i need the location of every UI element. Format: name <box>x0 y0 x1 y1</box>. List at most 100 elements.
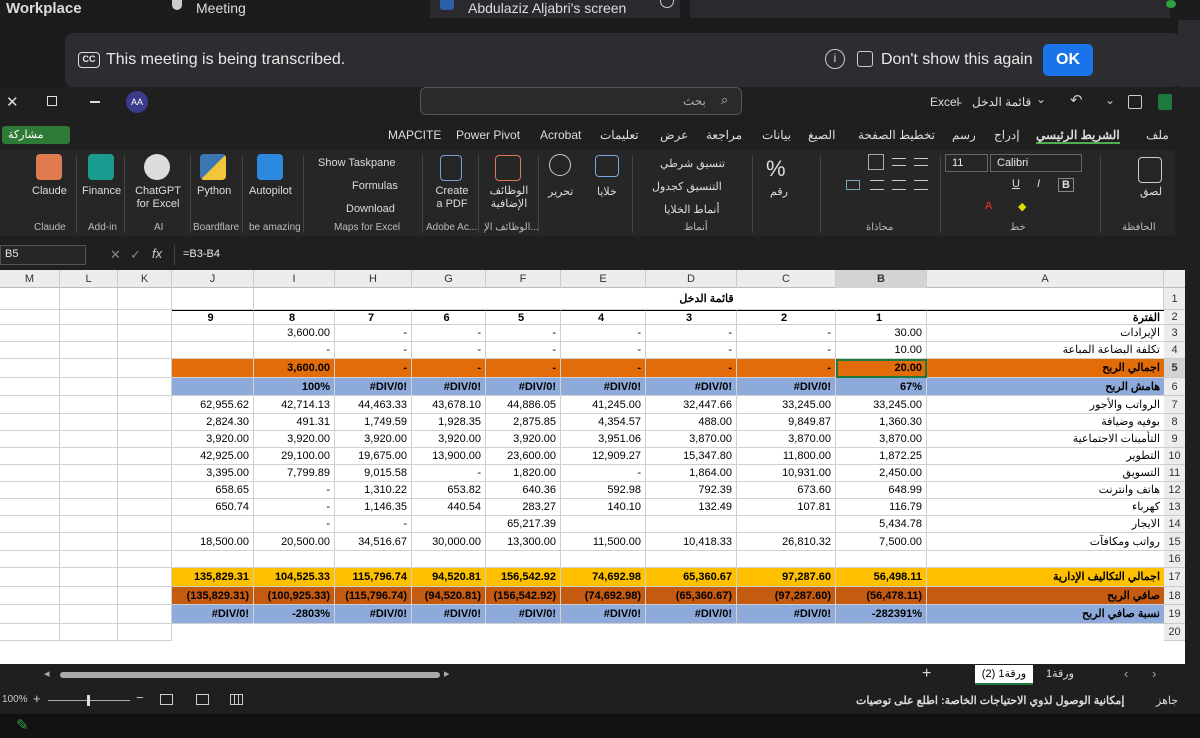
data-cell[interactable]: 74,692.98 <box>561 568 646 587</box>
data-cell[interactable]: 23,600.00 <box>486 448 561 465</box>
data-cell[interactable] <box>335 551 412 568</box>
data-cell[interactable]: 3,870.00 <box>737 431 836 448</box>
data-cell[interactable]: 3,920.00 <box>486 431 561 448</box>
vertical-scrollbar[interactable] <box>1185 288 1200 664</box>
row-header-13[interactable]: 13 <box>1164 499 1185 516</box>
tab-review[interactable]: مراجعة <box>706 128 742 142</box>
data-cell[interactable] <box>172 342 254 359</box>
edit-search-icon[interactable] <box>549 154 571 176</box>
cell[interactable] <box>118 499 172 516</box>
data-cell[interactable]: - <box>561 342 646 359</box>
cell[interactable] <box>60 359 118 378</box>
data-cell[interactable]: - <box>486 325 561 342</box>
data-cell[interactable]: - <box>561 325 646 342</box>
finance-icon[interactable] <box>88 154 114 180</box>
claude-button[interactable]: Claude <box>32 185 67 197</box>
cell[interactable] <box>0 482 60 499</box>
data-cell[interactable]: 29,100.00 <box>254 448 335 465</box>
cell[interactable] <box>118 533 172 551</box>
data-cell[interactable]: - <box>254 516 335 533</box>
data-cell[interactable]: 1,872.25 <box>836 448 927 465</box>
cell[interactable] <box>60 482 118 499</box>
python-button[interactable]: Python <box>197 185 231 197</box>
number-button[interactable]: رقم <box>770 185 788 198</box>
cell[interactable] <box>60 378 118 396</box>
column-header-k[interactable]: K <box>118 270 172 288</box>
cell[interactable] <box>60 342 118 359</box>
cell[interactable] <box>60 325 118 342</box>
data-cell[interactable] <box>412 516 486 533</box>
data-cell[interactable]: 10.00 <box>836 342 927 359</box>
tab-draw[interactable]: رسم <box>952 128 976 142</box>
search-input[interactable]: ⌕ بحث <box>420 87 742 115</box>
row-header-11[interactable]: 11 <box>1164 465 1185 482</box>
data-cell[interactable]: 7,799.89 <box>254 465 335 482</box>
cell[interactable] <box>0 310 60 325</box>
cell[interactable] <box>0 533 60 551</box>
data-cell[interactable]: 34,516.67 <box>335 533 412 551</box>
cell[interactable] <box>60 568 118 587</box>
next-sheet-icon[interactable]: › <box>1152 666 1156 681</box>
cell[interactable] <box>60 396 118 414</box>
data-cell[interactable]: 156,542.92 <box>486 568 561 587</box>
cell[interactable] <box>60 448 118 465</box>
addins-button[interactable]: الوظائف الإضافية <box>484 185 534 211</box>
data-cell[interactable]: (56,478.11) <box>836 587 927 605</box>
data-cell[interactable]: 42,714.13 <box>254 396 335 414</box>
data-cell[interactable]: 2,824.30 <box>172 414 254 431</box>
page-layout-view-icon[interactable] <box>196 694 209 705</box>
row-header-12[interactable]: 12 <box>1164 482 1185 499</box>
data-cell[interactable]: #DIV/0! <box>412 605 486 624</box>
column-header-c[interactable]: C <box>737 270 836 288</box>
restore-icon[interactable] <box>47 96 57 106</box>
tab-acrobat[interactable]: Acrobat <box>540 128 581 142</box>
cell[interactable] <box>0 551 60 568</box>
cell[interactable] <box>172 288 254 310</box>
data-cell[interactable]: 4,354.57 <box>561 414 646 431</box>
data-cell[interactable]: 116.79 <box>836 499 927 516</box>
data-cell[interactable]: #DIV/0! <box>486 605 561 624</box>
data-cell[interactable]: - <box>412 359 486 378</box>
meeting-tab[interactable]: Meeting <box>196 0 246 18</box>
data-cell[interactable] <box>561 551 646 568</box>
data-cell[interactable]: 20,500.00 <box>254 533 335 551</box>
data-cell[interactable]: - <box>646 325 737 342</box>
data-cell[interactable] <box>172 516 254 533</box>
data-cell[interactable]: 42,925.00 <box>172 448 254 465</box>
close-icon[interactable]: ✕ <box>6 93 19 111</box>
accessibility-status[interactable]: إمكانية الوصول لذوي الاحتياجات الخاصة: ا… <box>856 694 1124 707</box>
avatar[interactable]: AA <box>126 91 148 113</box>
add-sheet-icon[interactable]: + <box>922 665 931 683</box>
finance-button[interactable]: Finance <box>82 185 121 197</box>
font-size-select[interactable]: 11 <box>945 154 988 172</box>
data-cell[interactable]: (74,692.98) <box>561 587 646 605</box>
data-cell[interactable]: 283.27 <box>486 499 561 516</box>
data-cell[interactable]: - <box>737 325 836 342</box>
cell[interactable] <box>118 325 172 342</box>
data-cell[interactable] <box>737 551 836 568</box>
horizontal-scrollbar[interactable] <box>60 672 440 678</box>
data-cell[interactable]: 3,920.00 <box>335 431 412 448</box>
column-header-d[interactable]: D <box>646 270 737 288</box>
data-cell[interactable]: #DIV/0! <box>412 378 486 396</box>
align-middle-icon[interactable] <box>892 158 906 166</box>
prev-sheet-icon[interactable]: ‹ <box>1124 666 1128 681</box>
data-cell[interactable]: #DIV/0! <box>486 378 561 396</box>
data-cell[interactable]: 13,900.00 <box>412 448 486 465</box>
data-cell[interactable]: #DIV/0! <box>335 605 412 624</box>
cell[interactable] <box>118 605 172 624</box>
data-cell[interactable]: (94,520.81) <box>412 587 486 605</box>
cell[interactable] <box>118 448 172 465</box>
cell[interactable] <box>0 448 60 465</box>
cell[interactable] <box>60 465 118 482</box>
row-header-19[interactable]: 19 <box>1164 605 1185 624</box>
data-cell[interactable]: - <box>486 359 561 378</box>
paste-icon[interactable] <box>1138 157 1162 183</box>
data-cell[interactable]: 3,951.06 <box>561 431 646 448</box>
share-button[interactable]: مشاركة <box>2 126 70 144</box>
column-header-l[interactable]: L <box>60 270 118 288</box>
bold-button[interactable]: B <box>1058 178 1074 192</box>
python-icon[interactable] <box>200 154 226 180</box>
create-pdf-icon[interactable] <box>440 155 462 181</box>
data-cell[interactable]: 65,217.39 <box>486 516 561 533</box>
